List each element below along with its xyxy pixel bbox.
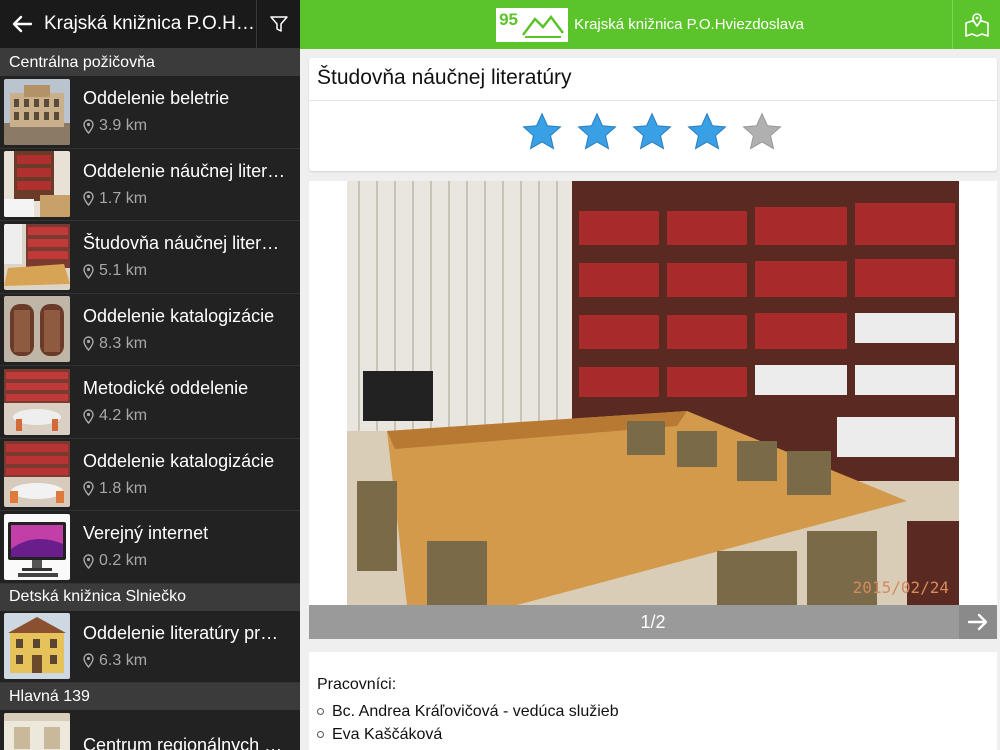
detail-panel: 95 Krajská knižnica P.O.Hviezdoslava Štu… <box>300 0 1000 750</box>
item-distance: 4.2 km <box>99 407 148 425</box>
location-pin-icon <box>83 481 94 497</box>
app-window: Krajská knižnica P.O.Hviezdoslava Centrá… <box>0 0 1000 750</box>
item-name: Študovňa náučnej literatúry <box>83 233 286 254</box>
map-icon <box>964 12 989 37</box>
app-topbar: 95 Krajská knižnica P.O.Hviezdoslava <box>300 0 1000 49</box>
photo-date: 2015/02/24 <box>852 578 949 597</box>
section-header: Detská knižnica Slniečko <box>0 583 300 611</box>
item-name: Oddelenie beletrie <box>83 88 230 109</box>
staff-list: Bc. Andrea Kráľovičová - vedúca služieb … <box>317 700 619 746</box>
staff-name: Bc. Andrea Kráľovičová - vedúca služieb <box>332 702 619 720</box>
gallery-nav-bar: 1/2 <box>309 605 997 639</box>
item-name: Oddelenie literatúry pre deti <box>83 622 286 643</box>
location-pin-icon <box>83 264 94 279</box>
item-name: Oddelenie náučnej literatúry <box>83 160 286 181</box>
item-name: Oddelenie katalogizácie <box>83 305 275 326</box>
divider <box>309 100 997 101</box>
thumbnail <box>4 368 70 435</box>
thumbnail <box>4 441 70 508</box>
list-item[interactable]: Verejný internet 0.2 km <box>0 511 300 584</box>
star-empty-icon <box>742 112 782 150</box>
map-button[interactable] <box>952 0 1000 49</box>
item-distance: 3.9 km <box>99 117 148 135</box>
left-header: Krajská knižnica P.O.Hviezdoslava <box>0 0 300 49</box>
arrow-right-icon <box>967 613 988 631</box>
staff-item: Bc. Andrea Kráľovičová - vedúca služieb <box>317 700 619 723</box>
photo-gallery[interactable]: 2015/02/24 1/2 <box>309 181 997 639</box>
list-item[interactable]: Centrum regionálnych dokumentov <box>0 710 300 750</box>
thumbnail <box>4 78 70 145</box>
location-pin-icon <box>83 653 94 669</box>
filter-button[interactable] <box>256 0 300 49</box>
staff-card: Pracovníci: Bc. Andrea Kráľovičová - ved… <box>309 652 997 750</box>
back-button[interactable] <box>0 0 44 49</box>
staff-name: Eva Kaščáková <box>332 725 443 743</box>
thumbnail <box>4 296 70 363</box>
item-name: Verejný internet <box>83 523 209 544</box>
star-filled-icon <box>632 112 672 150</box>
star-filled-icon <box>577 112 617 150</box>
list-item[interactable]: Oddelenie beletrie 3.9 km <box>0 76 300 149</box>
location-pin-icon <box>83 554 94 569</box>
thumbnail <box>4 712 70 750</box>
thumbnail <box>4 223 70 290</box>
list-item[interactable]: Metodické oddelenie 4.2 km <box>0 366 300 439</box>
library-logo: 95 <box>496 7 569 42</box>
list-item[interactable]: Oddelenie katalogizácie 1.8 km <box>0 438 300 511</box>
item-distance: 6.3 km <box>99 651 148 669</box>
item-distance: 1.8 km <box>99 479 148 497</box>
list-item[interactable]: Oddelenie literatúry pre deti 6.3 km <box>0 610 300 683</box>
list-item[interactable]: Oddelenie náučnej literatúry 1.7 km <box>0 148 300 221</box>
list-item[interactable]: Oddelenie katalogizácie 8.3 km <box>0 293 300 366</box>
staff-label: Pracovníci: <box>317 676 397 693</box>
item-distance: 0.2 km <box>99 552 148 570</box>
filter-icon <box>269 16 288 32</box>
next-photo-button[interactable] <box>959 605 997 639</box>
branch-list-panel: Krajská knižnica P.O.Hviezdoslava Centrá… <box>0 0 300 750</box>
item-name: Centrum regionálnych dokumentov <box>83 735 286 750</box>
bullet-icon <box>317 708 324 715</box>
left-title: Krajská knižnica P.O.Hviezdoslava <box>44 13 256 34</box>
thumbnail <box>4 513 70 580</box>
location-pin-icon <box>83 191 94 207</box>
thumbnail <box>4 151 70 218</box>
section-header: Hlavná 139 <box>0 683 300 710</box>
location-pin-icon <box>83 409 94 424</box>
detail-header-card: Študovňa náučnej literatúry <box>309 58 997 171</box>
item-distance: 8.3 km <box>99 334 148 352</box>
location-pin-icon <box>83 336 94 352</box>
gallery-photo[interactable]: 2015/02/24 <box>347 181 959 605</box>
staff-item: Eva Kaščáková <box>317 723 619 746</box>
item-name: Oddelenie katalogizácie <box>83 450 275 471</box>
bullet-icon <box>317 731 324 738</box>
star-filled-icon <box>687 112 727 150</box>
section-header: Centrálna požičovňa <box>0 49 300 76</box>
location-pin-icon <box>83 119 94 134</box>
arrow-left-icon <box>12 15 33 33</box>
logo-number: 95 <box>499 9 518 29</box>
item-name: Metodické oddelenie <box>83 378 249 399</box>
item-distance: 1.7 km <box>99 189 148 207</box>
detail-title: Študovňa náučnej literatúry <box>317 66 572 89</box>
star-filled-icon <box>522 112 562 150</box>
rating-stars[interactable] <box>521 112 783 152</box>
thumbnail <box>4 613 70 680</box>
list-item[interactable]: Študovňa náučnej literatúry 5.1 km <box>0 221 300 294</box>
topbar-title: Krajská knižnica P.O.Hviezdoslava <box>574 16 804 33</box>
item-distance: 5.1 km <box>99 262 148 280</box>
photo-counter: 1/2 <box>640 611 666 632</box>
